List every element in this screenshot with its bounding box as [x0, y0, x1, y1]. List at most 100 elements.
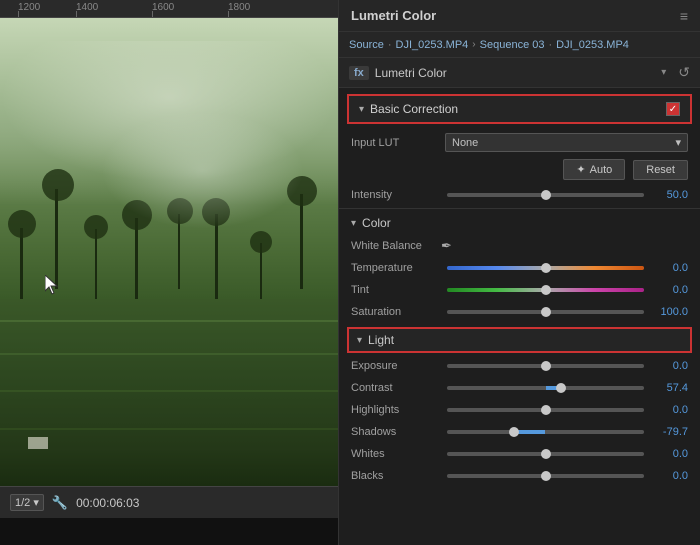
highlights-slider[interactable]: [447, 408, 644, 412]
source-sequence[interactable]: Sequence 03: [480, 39, 545, 51]
temperature-value: 0.0: [650, 262, 688, 274]
eyedropper-icon[interactable]: ✒: [441, 238, 452, 254]
exposure-thumb[interactable]: [541, 361, 551, 371]
reset-button[interactable]: Reset: [633, 160, 688, 180]
temperature-label: Temperature: [351, 262, 441, 274]
saturation-slider[interactable]: [447, 310, 644, 314]
auto-reset-row: ✦ Auto Reset: [339, 155, 700, 184]
ruler-mark-1400: 1400: [76, 2, 98, 13]
zoom-dropdown-icon: ▾: [33, 497, 39, 509]
ruler-mark-1200: 1200: [18, 2, 40, 13]
tint-thumb[interactable]: [541, 285, 551, 295]
saturation-thumb[interactable]: [541, 307, 551, 317]
source-bar: Source · DJI_0253.MP4 › Sequence 03 · DJ…: [339, 32, 700, 58]
shadows-row: Shadows -79.7: [339, 421, 700, 443]
highlights-thumb[interactable]: [541, 405, 551, 415]
light-section-title: Light: [368, 333, 394, 347]
timecode-display: 00:00:06:03: [76, 496, 139, 510]
temperature-row: Temperature 0.0: [339, 257, 700, 279]
whites-value: 0.0: [650, 448, 688, 460]
panel-header: Lumetri Color ≡: [339, 0, 700, 32]
exposure-row: Exposure 0.0: [339, 355, 700, 377]
source-separator-2: ·: [548, 39, 552, 51]
video-preview-panel: 1200 1400 1600 1800: [0, 0, 338, 545]
white-balance-label: White Balance: [351, 240, 441, 252]
basic-correction-title: Basic Correction: [370, 102, 666, 116]
fx-reset-icon[interactable]: ↺: [678, 64, 690, 81]
tint-value: 0.0: [650, 284, 688, 296]
video-frame: [0, 18, 338, 486]
tint-row: Tint 0.0: [339, 279, 700, 301]
zoom-select[interactable]: 1/2 ▾: [10, 494, 44, 511]
tint-slider[interactable]: [447, 288, 644, 292]
saturation-row: Saturation 100.0: [339, 301, 700, 323]
fx-dropdown-icon[interactable]: ▾: [661, 67, 666, 78]
intensity-label: Intensity: [351, 189, 441, 201]
contrast-row: Contrast 57.4: [339, 377, 700, 399]
highlights-value: 0.0: [650, 404, 688, 416]
source-label[interactable]: Source: [349, 39, 384, 51]
light-section-header[interactable]: ▾ Light: [347, 327, 692, 353]
saturation-value: 100.0: [650, 306, 688, 318]
shadows-thumb[interactable]: [509, 427, 519, 437]
input-lut-label: Input LUT: [351, 137, 441, 149]
fx-name: Lumetri Color: [375, 66, 655, 80]
shadows-slider[interactable]: [447, 430, 644, 434]
blacks-row: Blacks 0.0: [339, 465, 700, 487]
intensity-value: 50.0: [650, 189, 688, 201]
lut-dropdown-chevron: ▾: [675, 136, 681, 149]
intensity-thumb[interactable]: [541, 190, 551, 200]
source-file[interactable]: DJI_0253.MP4: [396, 39, 469, 51]
white-balance-row: White Balance ✒: [339, 235, 700, 257]
basic-correction-header[interactable]: ▾ Basic Correction ✓: [347, 94, 692, 124]
blacks-thumb[interactable]: [541, 471, 551, 481]
auto-button[interactable]: ✦ Auto: [563, 159, 625, 180]
temperature-thumb[interactable]: [541, 263, 551, 273]
shadows-label: Shadows: [351, 426, 441, 438]
basic-correction-chevron: ▾: [359, 104, 364, 115]
contrast-label: Contrast: [351, 382, 441, 394]
temperature-slider[interactable]: [447, 266, 644, 270]
tint-label: Tint: [351, 284, 441, 296]
light-chevron: ▾: [357, 335, 362, 346]
contrast-value: 57.4: [650, 382, 688, 394]
source-seq-file[interactable]: DJI_0253.MP4: [556, 39, 629, 51]
video-bottom-bar: 1/2 ▾ 🔧 00:00:06:03: [0, 486, 338, 518]
source-arrow: ›: [472, 39, 475, 50]
checkbox-checkmark: ✓: [669, 104, 677, 115]
input-lut-dropdown[interactable]: None ▾: [445, 133, 688, 152]
exposure-label: Exposure: [351, 360, 441, 372]
whites-slider[interactable]: [447, 452, 644, 456]
ruler-mark-1600: 1600: [152, 2, 174, 13]
input-lut-row: Input LUT None ▾: [339, 130, 700, 155]
panel-menu-icon[interactable]: ≡: [680, 8, 688, 24]
fx-bar: fx Lumetri Color ▾ ↺: [339, 58, 700, 88]
exposure-slider[interactable]: [447, 364, 644, 368]
blacks-slider[interactable]: [447, 474, 644, 478]
contrast-slider[interactable]: [447, 386, 644, 390]
input-lut-value: None: [452, 137, 478, 149]
whites-thumb[interactable]: [541, 449, 551, 459]
lumetri-color-panel: Lumetri Color ≡ Source · DJI_0253.MP4 › …: [338, 0, 700, 545]
auto-label: Auto: [590, 164, 613, 176]
intensity-row: Intensity 50.0: [339, 184, 700, 206]
whites-label: Whites: [351, 448, 441, 460]
reset-label: Reset: [646, 164, 675, 176]
settings-icon[interactable]: 🔧: [52, 495, 68, 511]
blacks-value: 0.0: [650, 470, 688, 482]
panel-scroll-content[interactable]: ▾ Basic Correction ✓ Input LUT None ▾ ✦ …: [339, 88, 700, 545]
intensity-slider[interactable]: [447, 193, 644, 197]
source-separator-1: ·: [388, 39, 392, 51]
auto-wand-icon: ✦: [576, 163, 585, 176]
timeline-ruler: 1200 1400 1600 1800: [0, 0, 338, 18]
panel-title: Lumetri Color: [351, 8, 436, 23]
whites-row: Whites 0.0: [339, 443, 700, 465]
mouse-cursor: [45, 275, 61, 291]
color-section-header[interactable]: ▾ Color: [339, 211, 700, 235]
highlights-row: Highlights 0.0: [339, 399, 700, 421]
contrast-thumb[interactable]: [556, 383, 566, 393]
exposure-value: 0.0: [650, 360, 688, 372]
shadows-value: -79.7: [650, 426, 688, 438]
basic-correction-checkbox[interactable]: ✓: [666, 102, 680, 116]
saturation-label: Saturation: [351, 306, 441, 318]
